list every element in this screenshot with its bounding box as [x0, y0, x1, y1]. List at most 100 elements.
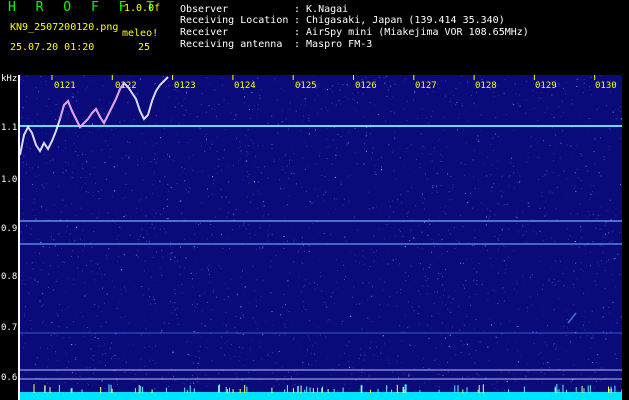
noise-speck — [108, 218, 110, 220]
noise-speck — [424, 276, 426, 277]
noise-speck — [592, 213, 594, 215]
noise-speck — [439, 129, 441, 131]
noise-speck — [42, 310, 44, 312]
noise-speck — [99, 99, 101, 101]
noise-speck — [21, 198, 23, 200]
noise-speck — [62, 337, 64, 339]
noise-speck — [284, 323, 286, 325]
noise-speck — [21, 375, 23, 377]
noise-speck — [247, 176, 249, 178]
noise-speck — [287, 379, 288, 381]
noise-speck — [166, 205, 168, 207]
noise-speck — [496, 168, 498, 170]
noise-speck — [587, 358, 589, 360]
noise-speck — [374, 104, 376, 106]
noise-speck — [248, 173, 250, 175]
noise-speck — [110, 342, 112, 344]
noise-speck — [439, 324, 441, 326]
noise-speck — [544, 112, 546, 114]
noise-speck — [120, 316, 122, 318]
noise-speck — [297, 97, 299, 99]
noise-speck — [441, 322, 443, 324]
noise-speck — [408, 147, 410, 149]
noise-speck — [43, 187, 45, 189]
noise-speck — [476, 284, 478, 286]
noise-speck — [551, 114, 553, 115]
noise-speck — [415, 199, 417, 201]
noise-speck — [612, 241, 614, 243]
noise-speck — [437, 83, 439, 85]
noise-speck — [68, 306, 70, 308]
noise-speck — [338, 364, 340, 366]
noise-speck — [509, 174, 511, 176]
y-tick-label: 0.9 — [1, 224, 18, 234]
noise-speck — [241, 270, 243, 272]
noise-speck — [451, 375, 453, 377]
noise-speck — [517, 102, 519, 104]
noise-speck — [363, 263, 365, 265]
noise-speck — [142, 236, 144, 238]
noise-speck — [93, 355, 95, 357]
noise-speck — [196, 303, 198, 305]
noise-speck — [575, 262, 577, 264]
noise-speck — [284, 241, 286, 243]
noise-speck — [53, 333, 55, 335]
noise-speck — [199, 345, 201, 347]
noise-speck — [190, 139, 192, 141]
noise-speck — [94, 263, 96, 265]
noise-speck — [411, 306, 413, 308]
noise-speck — [504, 300, 506, 302]
noise-speck — [605, 222, 607, 224]
noise-speck — [587, 292, 589, 294]
noise-speck — [489, 318, 491, 320]
noise-speck — [446, 251, 448, 252]
noise-speck — [546, 214, 548, 216]
noise-speck — [213, 187, 215, 189]
noise-speck — [260, 296, 262, 298]
noise-speck — [294, 370, 295, 372]
noise-speck — [244, 96, 246, 98]
noise-speck — [353, 107, 355, 109]
noise-speck — [289, 159, 290, 161]
noise-speck — [594, 163, 596, 165]
noise-speck — [466, 343, 468, 345]
noise-speck — [103, 113, 105, 115]
noise-speck — [477, 373, 479, 375]
noise-speck — [307, 349, 308, 351]
noise-speck — [562, 87, 564, 89]
noise-speck — [98, 216, 100, 218]
noise-speck — [474, 188, 476, 190]
noise-speck — [503, 245, 505, 247]
noise-speck — [37, 228, 39, 230]
noise-speck — [242, 347, 244, 349]
noise-speck — [103, 336, 105, 338]
noise-speck — [335, 208, 337, 210]
noise-speck — [594, 287, 595, 289]
noise-speck — [83, 328, 85, 330]
noise-speck — [483, 240, 485, 242]
noise-speck — [417, 152, 419, 154]
noise-speck — [262, 247, 264, 249]
noise-speck — [443, 211, 445, 213]
noise-speck — [271, 320, 273, 322]
noise-speck — [516, 217, 518, 219]
noise-speck — [165, 199, 167, 201]
noise-speck — [486, 208, 488, 210]
noise-speck — [277, 132, 279, 134]
noise-speck — [86, 265, 88, 266]
noise-speck — [284, 186, 286, 188]
noise-speck — [186, 92, 187, 94]
noise-speck — [295, 120, 297, 122]
noise-speck — [419, 263, 421, 265]
noise-speck — [337, 270, 338, 272]
noise-speck — [214, 89, 216, 91]
noise-speck — [497, 135, 499, 137]
noise-speck — [422, 145, 424, 147]
noise-speck — [587, 170, 589, 172]
noise-speck — [439, 216, 441, 218]
noise-speck — [259, 248, 261, 250]
noise-speck — [475, 318, 477, 320]
noise-speck — [407, 89, 409, 91]
noise-speck — [419, 146, 421, 148]
noise-speck — [198, 127, 200, 129]
